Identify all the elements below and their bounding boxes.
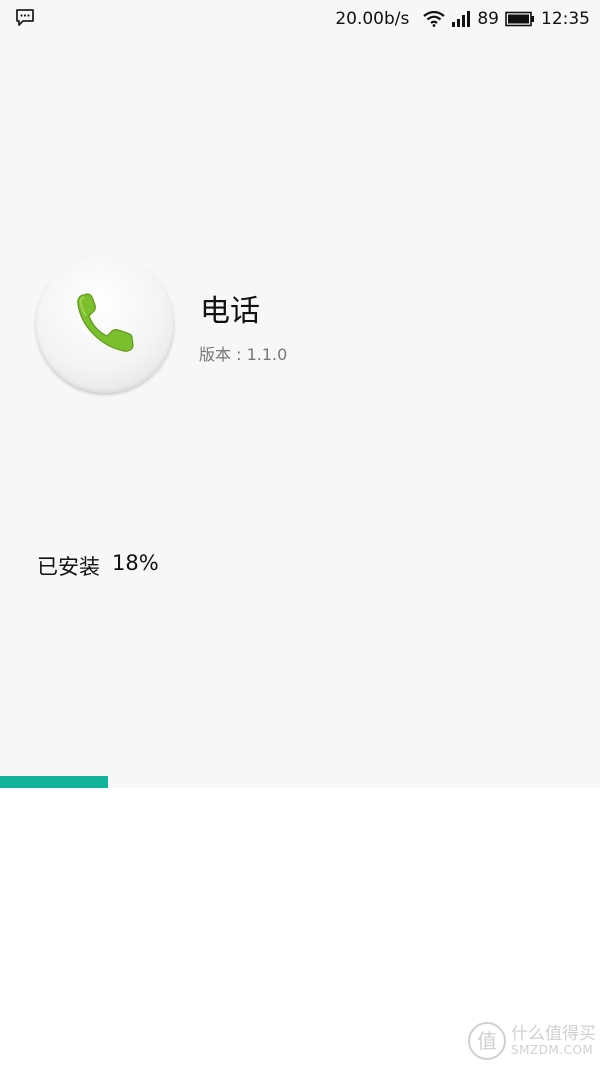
network-speed: 20.00b/s	[335, 9, 410, 29]
install-progress-percent: 18%	[112, 551, 159, 575]
status-indicators: 20.00b/s 89 12:35	[335, 0, 590, 38]
wifi-icon	[423, 11, 446, 27]
clock: 12:35	[541, 9, 590, 29]
app-name: 电话	[200, 294, 260, 329]
install-status: 已安装 18%	[37, 551, 159, 581]
watermark-en: SMZDM.COM	[511, 1042, 594, 1057]
install-progress-fill	[0, 776, 108, 788]
watermark-cn: 什么值得买	[511, 1023, 596, 1044]
signal-strength: 89	[477, 9, 499, 29]
installer-panel: 20.00b/s 89 12:35 电话 版本: 1.1.0 已安装 18%	[0, 0, 600, 788]
smzdm-logo-icon: 值	[468, 1022, 506, 1060]
watermark-text: 什么值得买 SMZDM.COM	[511, 1023, 596, 1057]
install-progress-bar	[0, 776, 600, 788]
message-icon	[16, 9, 34, 26]
battery-icon	[505, 11, 534, 27]
phone-icon	[77, 293, 134, 352]
app-version: 版本 : 1.1.0	[199, 345, 288, 364]
signal-icon	[452, 11, 471, 27]
status-bar: 20.00b/s 89 12:35	[0, 0, 600, 38]
svg-text:值: 值	[477, 1029, 497, 1053]
watermark: 值 什么值得买 SMZDM.COM	[467, 1021, 596, 1061]
install-status-label: 已安装	[37, 555, 100, 579]
app-icon	[36, 255, 174, 393]
